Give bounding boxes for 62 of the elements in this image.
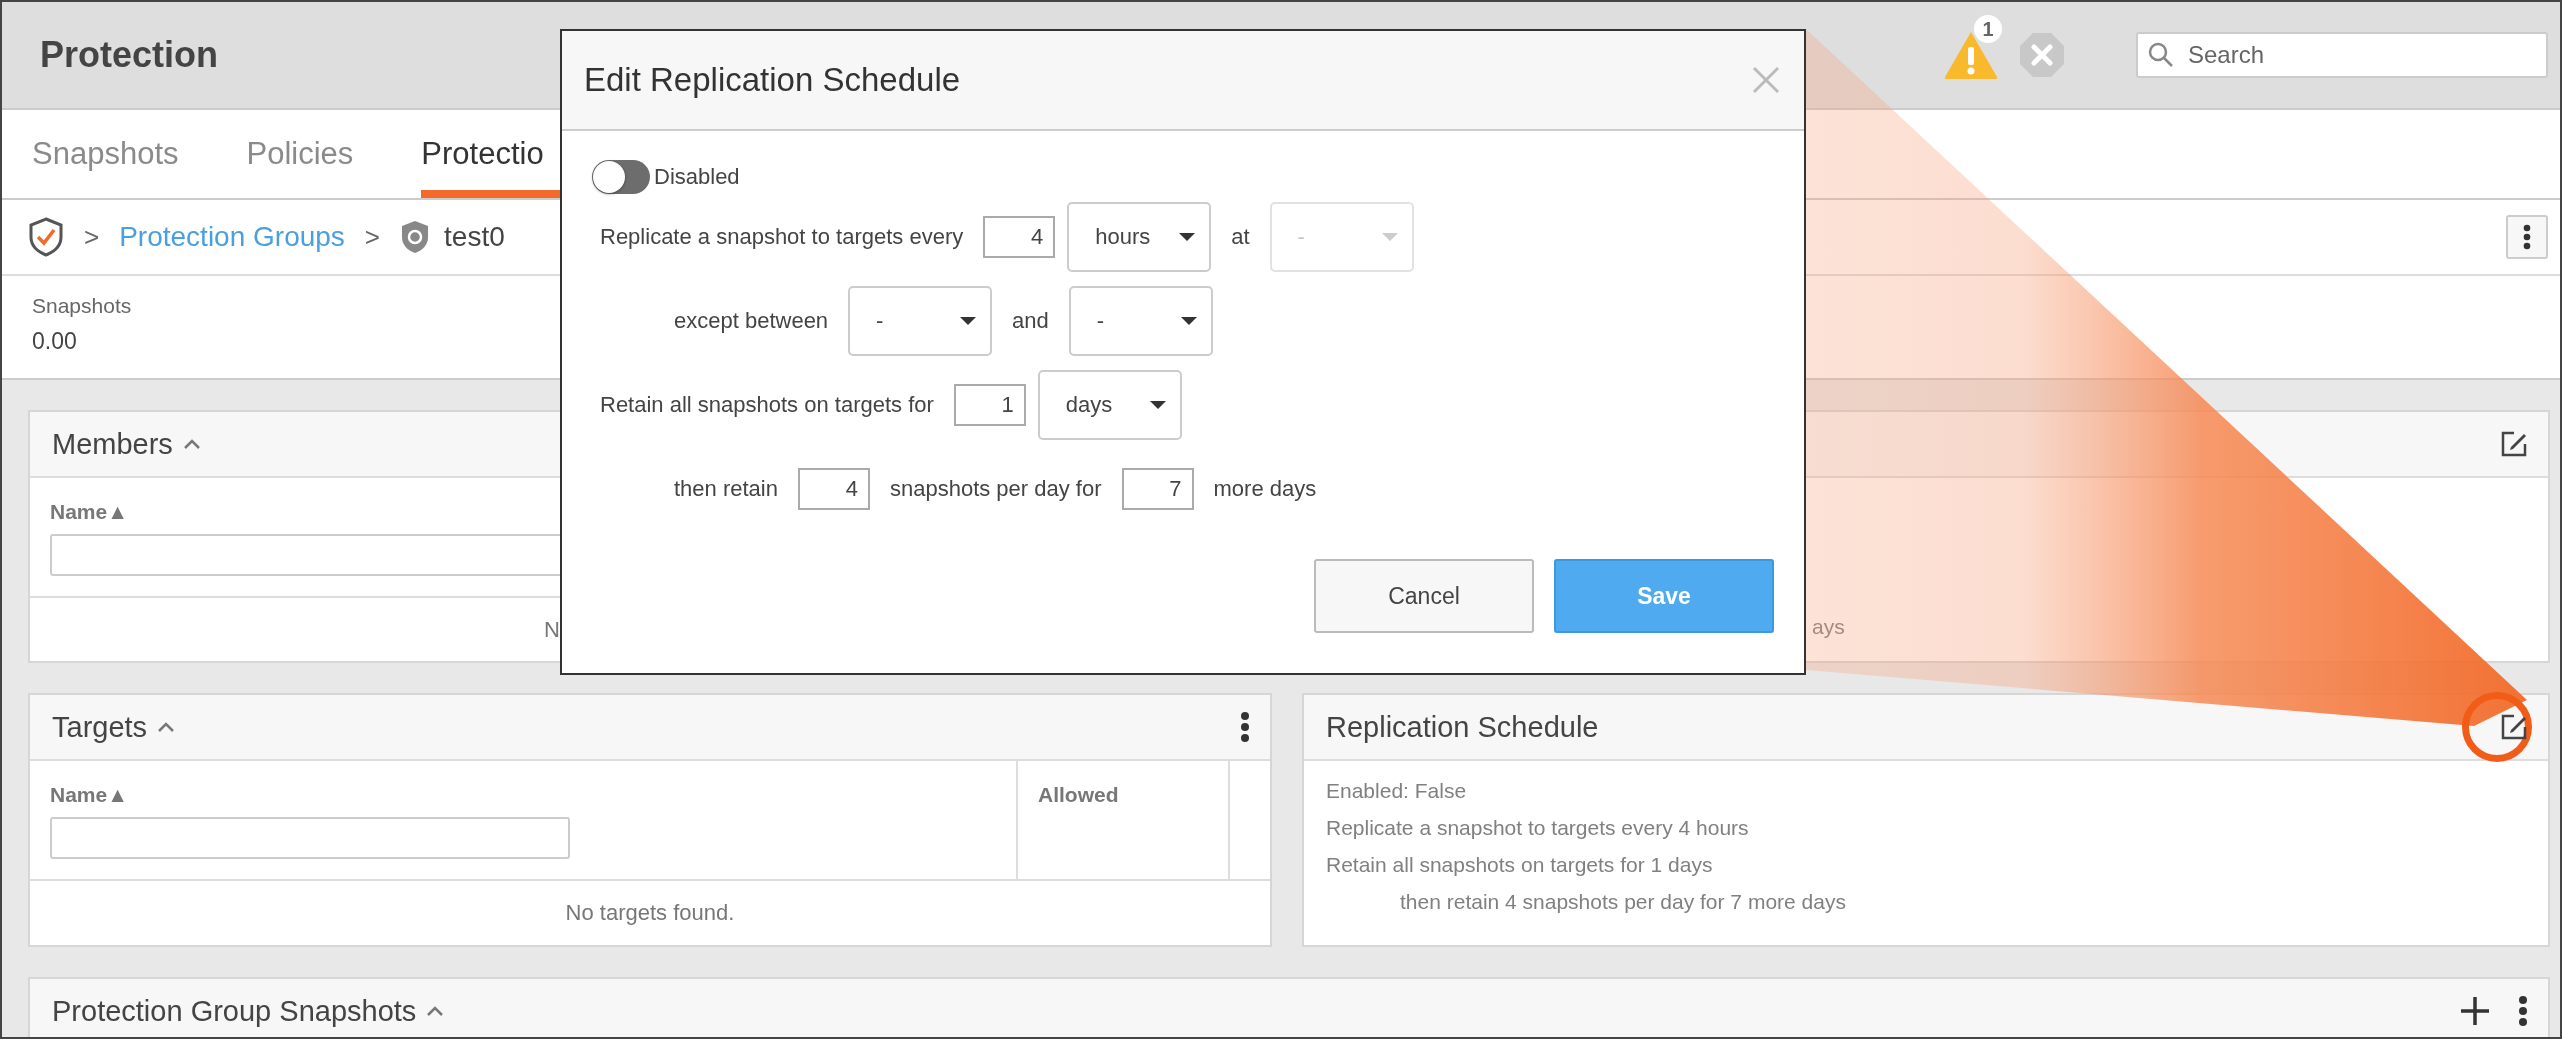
number-field[interactable]: 1 (953, 384, 1026, 426)
caret-icon (1179, 232, 1196, 242)
search-icon (2148, 42, 2174, 68)
empty-message: No targets found. (565, 900, 735, 926)
breadcrumb-separator: > (84, 221, 100, 253)
search-field[interactable]: Search (2136, 32, 2548, 78)
number-field[interactable]: 4 (983, 216, 1056, 258)
edit-icon[interactable] (2500, 430, 2528, 458)
field-label: more days (1213, 476, 1317, 502)
schedule-line: Retain all snapshots on targets for 1 days (1326, 853, 1714, 877)
breadcrumb-separator: > (364, 221, 381, 253)
dropdown[interactable]: hours (1067, 202, 1212, 272)
alert-count: 1 (1974, 15, 2002, 43)
shield-check-icon (28, 217, 64, 257)
caret-icon (1180, 316, 1197, 326)
dropdown[interactable]: - (1068, 286, 1213, 356)
dropdown: - (1269, 202, 1414, 272)
stat-value: 0.00 (32, 328, 78, 355)
more-button[interactable] (2506, 215, 2548, 259)
breadcrumb-current: test0 (444, 221, 505, 253)
number-field[interactable]: 4 (797, 468, 870, 510)
field-label: Replicate a snapshot to targets every (600, 224, 964, 250)
panel-title: Replication Schedule (1326, 710, 1599, 744)
caret-icon (1381, 232, 1398, 242)
toggle-switch[interactable] (592, 160, 650, 194)
filter-field[interactable] (50, 817, 570, 859)
column-header[interactable]: Name▲ (50, 783, 128, 807)
schedule-line: Replicate a snapshot to targets every 4 hours (1326, 816, 1750, 840)
column-header[interactable]: Allowed (1038, 783, 1119, 807)
field-label: snapshots per day for (889, 476, 1102, 502)
dropdown[interactable]: days (1037, 370, 1182, 440)
edit-icon[interactable] (2500, 713, 2528, 741)
more-icon (2523, 224, 2531, 250)
number-field[interactable]: 7 (1121, 468, 1194, 510)
panel-title: Protection Group Snapshots (52, 994, 417, 1028)
field-label: Retain all snapshots on targets for (600, 392, 934, 418)
collapse-icon[interactable] (426, 1005, 445, 1017)
panel-title: Members (52, 427, 173, 461)
dropdown[interactable]: - (848, 286, 993, 356)
field-label: and (1012, 308, 1049, 334)
schedule-line: then retain 4 snapshots per day for 7 more days (1399, 890, 1847, 914)
collapse-icon[interactable] (157, 721, 176, 733)
caret-icon (960, 316, 977, 326)
cancel-button[interactable]: Cancel (1314, 559, 1534, 633)
dialog-title: Edit Replication Schedule (584, 61, 962, 99)
shield-icon (400, 219, 431, 255)
more-icon[interactable] (1240, 711, 1250, 743)
panel-title: Targets (52, 710, 148, 744)
schedule-text: ays (1812, 615, 1845, 639)
highlight-ring (2462, 692, 2532, 762)
toggle-label: Disabled (654, 164, 740, 190)
column-header[interactable]: Name▲ (50, 500, 128, 524)
more-icon[interactable] (2518, 995, 2528, 1027)
schedule-line: Enabled: False (1326, 779, 1468, 803)
field-label: at (1231, 224, 1250, 250)
empty-message: N (544, 616, 560, 643)
stat-label: Snapshots (32, 294, 133, 318)
collapse-icon[interactable] (182, 438, 201, 450)
field-label: then retain (674, 476, 778, 502)
add-icon[interactable] (2460, 996, 2490, 1026)
page-title: Protection (40, 34, 219, 76)
field-label: except between (674, 308, 829, 334)
